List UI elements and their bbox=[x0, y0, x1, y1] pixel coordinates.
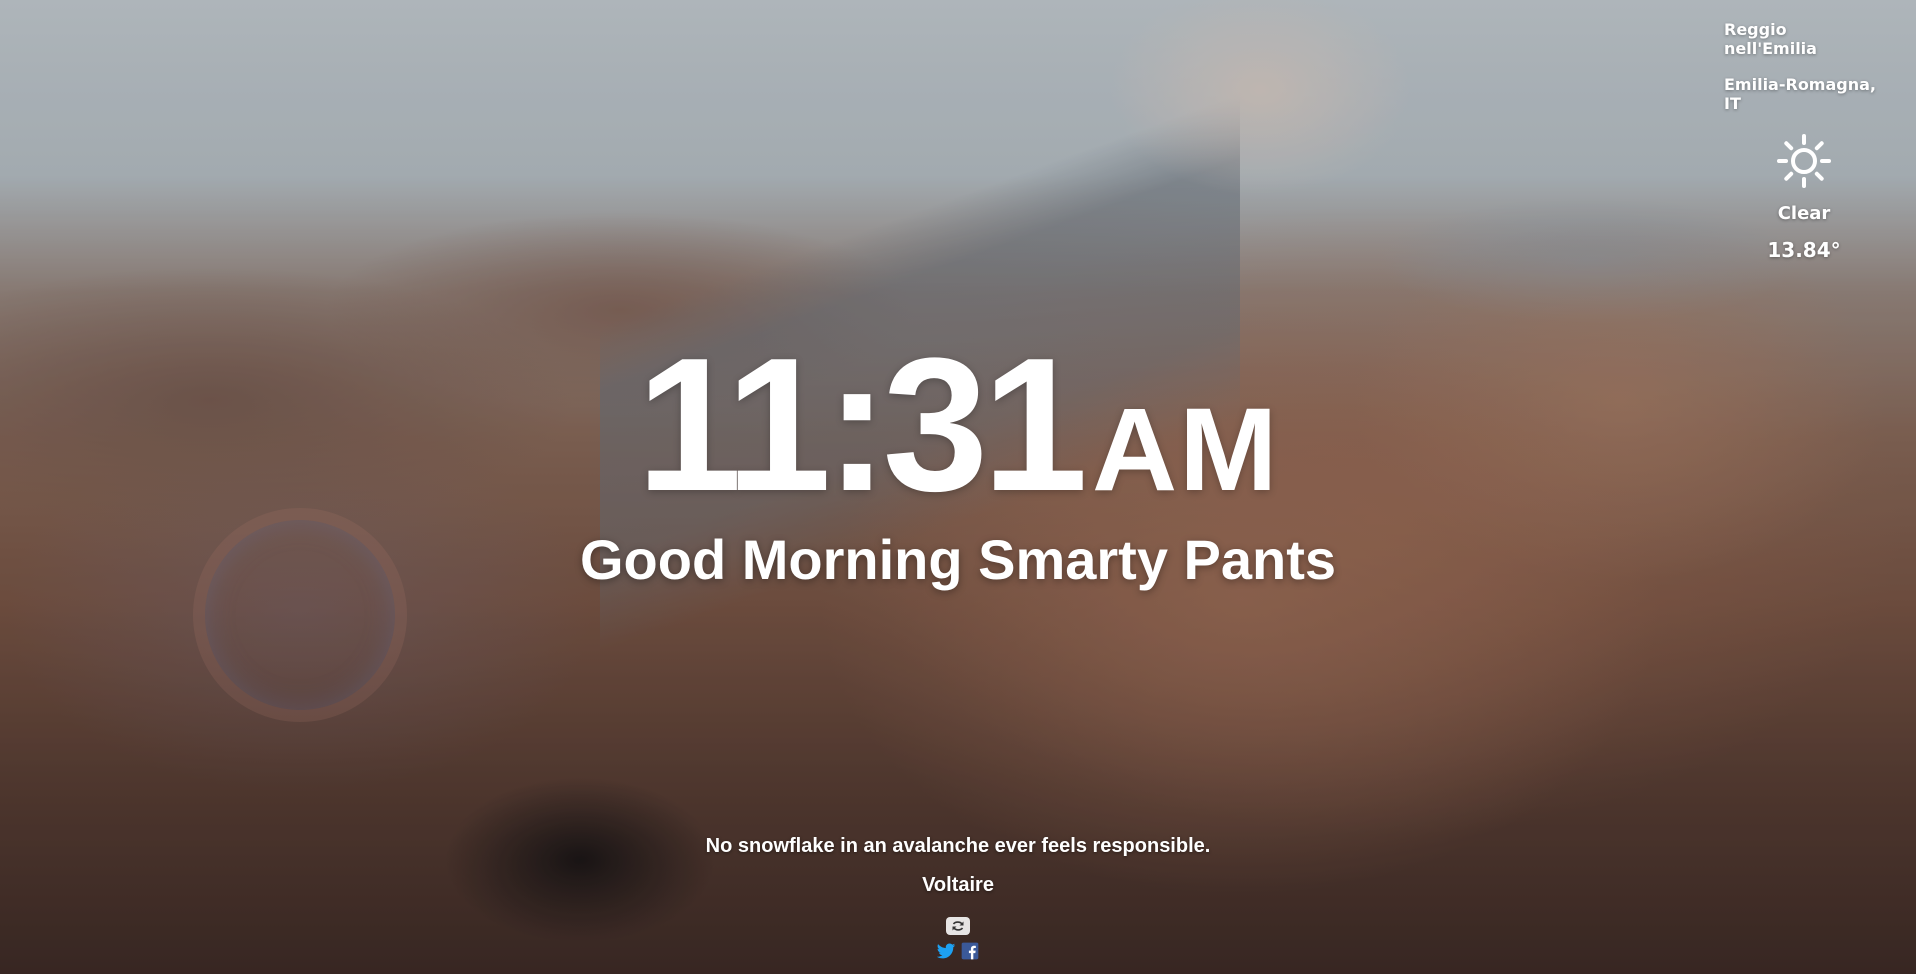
facebook-icon[interactable] bbox=[960, 941, 980, 961]
weather-widget: Reggio nell'Emilia Emilia-Romagna, IT Cl… bbox=[1724, 18, 1884, 262]
refresh-icon bbox=[952, 921, 964, 931]
twitter-icon[interactable] bbox=[936, 941, 956, 961]
clock-time: 11:31 bbox=[636, 319, 1088, 531]
greeting: Good Morning Smarty Pants bbox=[579, 528, 1337, 591]
weather-condition: Clear bbox=[1777, 203, 1831, 224]
weather-temperature: 13.84° bbox=[1767, 238, 1841, 262]
quote: No snowflake in an avalanche ever feels … bbox=[0, 835, 1916, 897]
share-links bbox=[936, 941, 980, 961]
sun-icon bbox=[1777, 134, 1831, 188]
quote-author: Voltaire bbox=[922, 874, 994, 896]
clock: 11:31AM bbox=[0, 330, 1916, 520]
weather-region: Emilia-Romagna, IT bbox=[1724, 75, 1876, 113]
clock-ampm: AM bbox=[1091, 384, 1280, 516]
refresh-button[interactable] bbox=[946, 917, 970, 935]
quote-text: No snowflake in an avalanche ever feels … bbox=[705, 835, 1211, 857]
weather-city: Reggio nell'Emilia bbox=[1724, 20, 1817, 58]
quote-actions bbox=[0, 917, 1916, 961]
